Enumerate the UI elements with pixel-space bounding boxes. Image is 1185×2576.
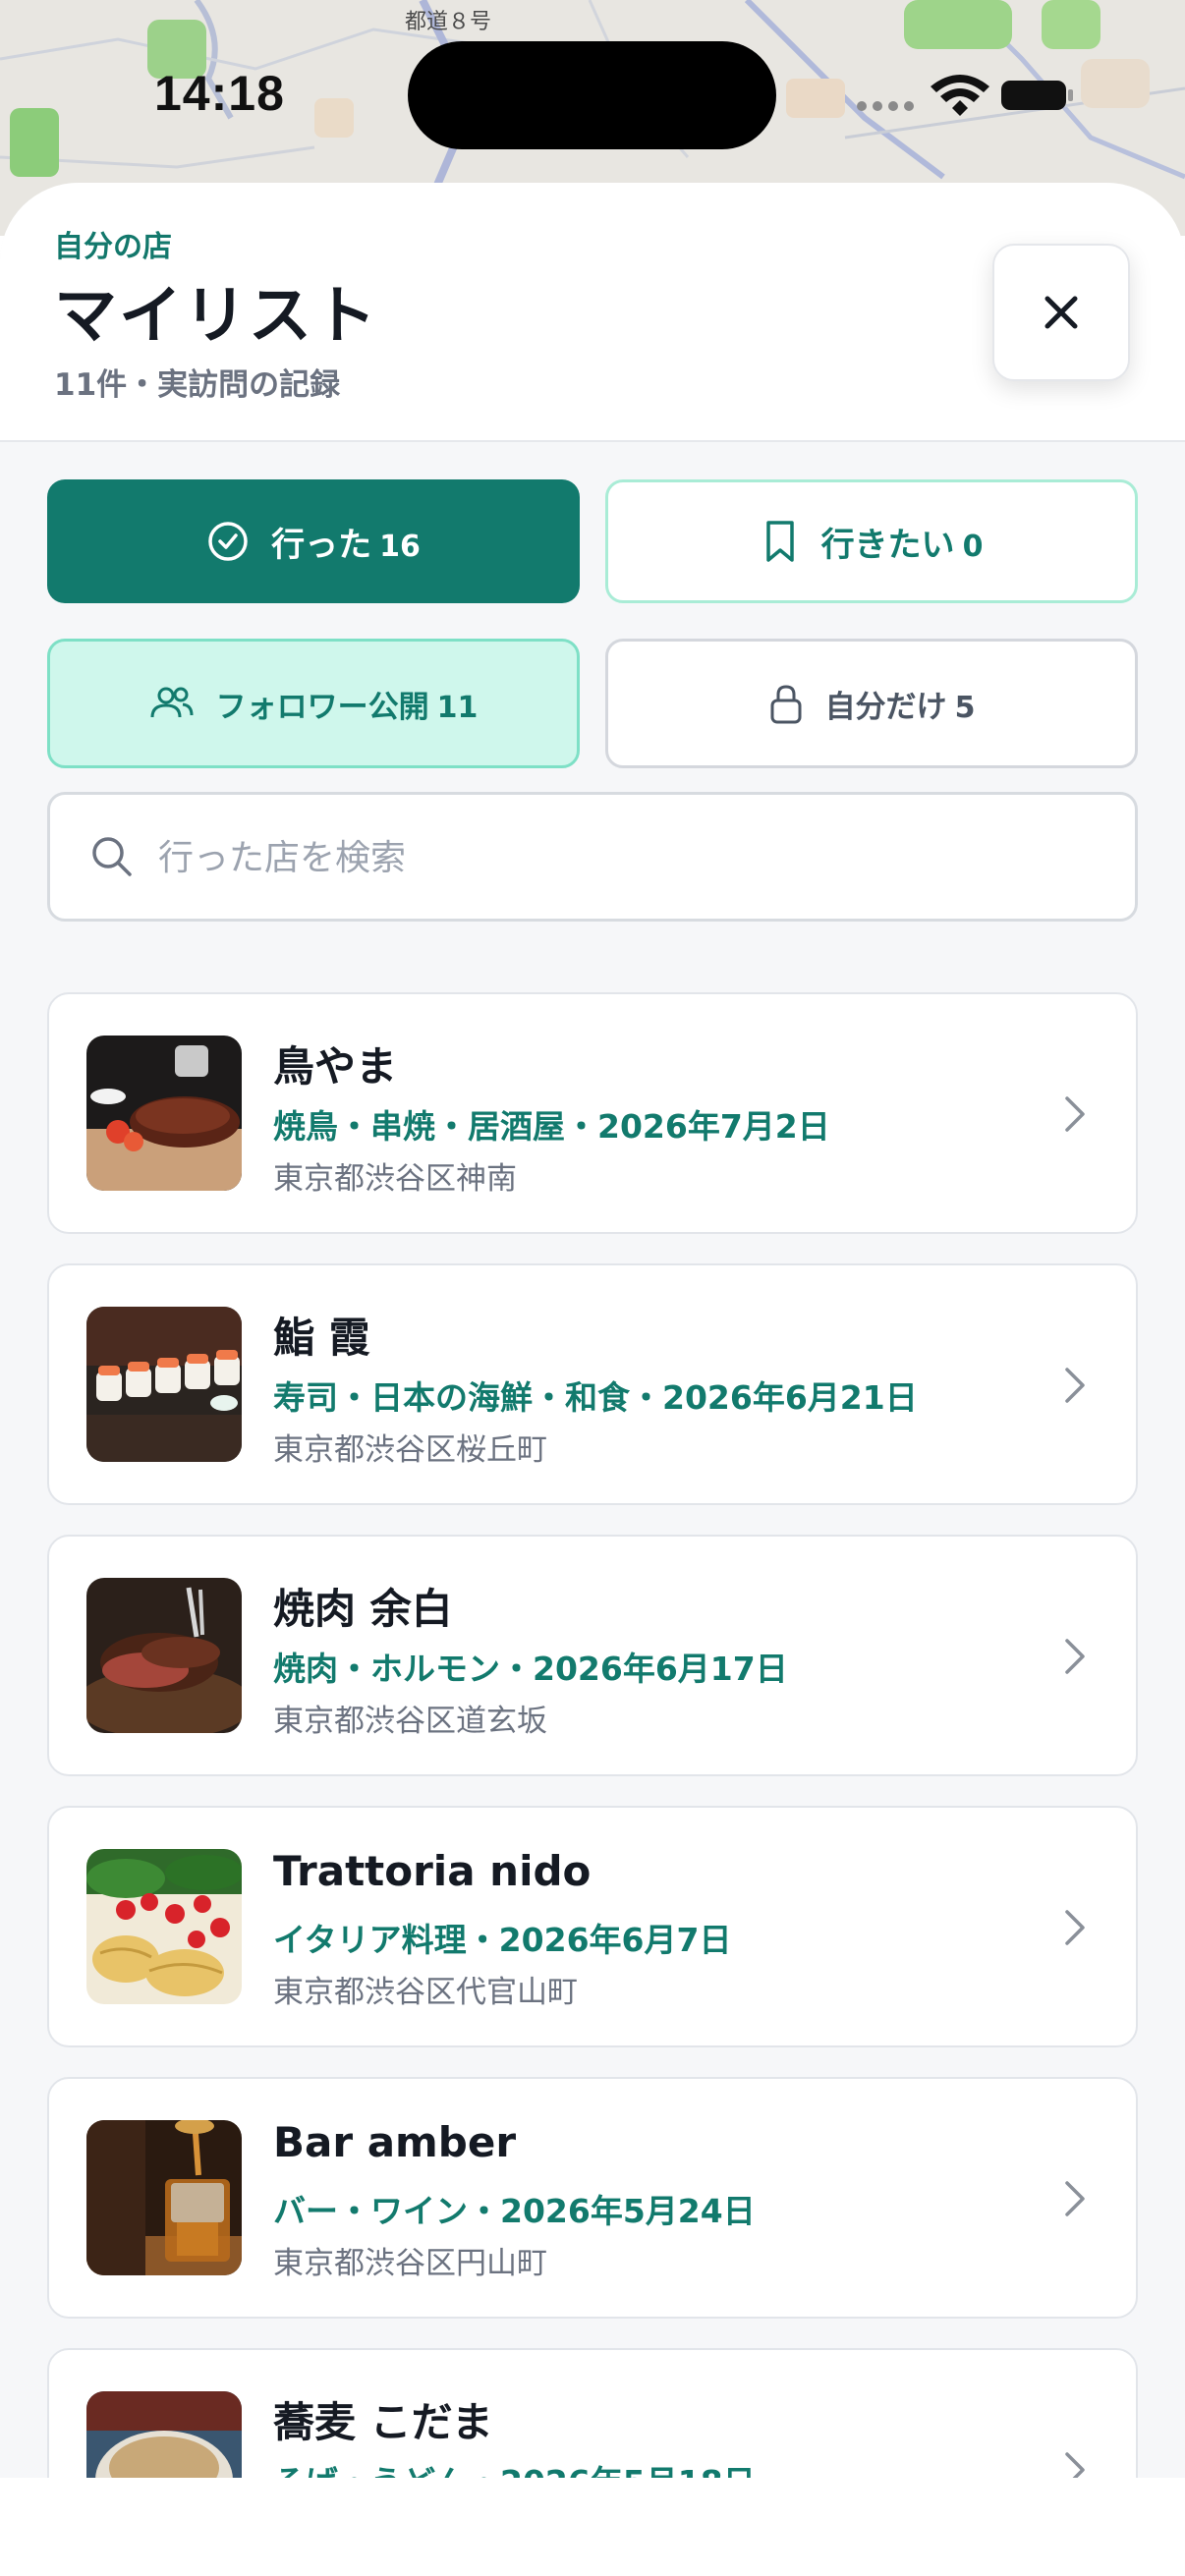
lock-icon [770,685,802,724]
filter-public-label: フォロワー公開 [215,689,429,725]
tab-want-label: 行きたい [820,525,955,565]
filter-followers-public[interactable]: フォロワー公開 11 [47,639,580,768]
status-icons [850,69,1076,118]
place-thumbnail [86,1307,242,1462]
place-thumbnail [86,2120,242,2275]
signal-dots-icon [857,101,914,111]
chevron-right-icon [1065,1368,1085,1403]
map-road-label: 都道８号 [405,10,492,34]
dynamic-island [408,41,776,149]
place-name: 鮨 霞 [273,1314,370,1362]
place-thumbnail [86,1849,242,2004]
filter-private[interactable]: 自分だけ 5 [605,639,1138,768]
list-item[interactable]: 焼肉 余白 焼肉・ホルモン・2026年6月17日 東京都渋谷区道玄坂 [47,1535,1138,1776]
tab-went[interactable]: 行った 16 [47,479,580,603]
list-item[interactable]: Bar amber バー・ワイン・2026年5月24日 東京都渋谷区円山町 [47,2077,1138,2319]
place-name: 焼肉 余白 [273,1585,453,1633]
sheet-header: 自分の店 マイリスト 11件・実訪問の記録 [0,183,1185,442]
chevron-right-icon [1065,1910,1085,1945]
users-icon [150,687,194,718]
place-name: 鳥やま [273,1042,398,1091]
list-item[interactable]: Trattoria nido イタリア料理・2026年6月7日 東京都渋谷区代官… [47,1806,1138,2047]
search-icon [92,837,132,876]
tab-want-count: 0 [962,529,984,564]
status-time: 14:18 [154,66,285,121]
close-icon [1044,296,1078,329]
place-address: 東京都渋谷区神南 [273,1161,517,1197]
place-meta: イタリア料理・2026年6月7日 [273,1921,732,1959]
filter-private-label: 自分だけ [824,689,947,725]
battery-icon [1001,81,1073,110]
record-count-subtitle: 11件・実訪問の記録 [54,367,341,403]
chevron-right-icon [1065,2181,1085,2216]
place-address: 東京都渋谷区道玄坂 [273,1704,547,1739]
bookmark-icon [765,521,794,562]
check-circle-icon [208,522,248,561]
page-title: マイリスト [54,280,378,353]
place-address: 東京都渋谷区円山町 [273,2246,547,2281]
close-button[interactable] [992,244,1130,381]
list-item[interactable]: 鳥やま 焼鳥・串焼・居酒屋・2026年7月2日 東京都渋谷区神南 [47,992,1138,1234]
place-address: 東京都渋谷区代官山町 [273,1975,578,2010]
place-address: 東京都渋谷区桜丘町 [273,1432,547,1468]
tab-went-label: 行った [271,525,372,565]
place-name: 蕎麦 こだま [273,2398,493,2446]
place-name: Trattoria nido [273,1847,592,1895]
sheet-eyebrow: 自分の店 [54,230,172,264]
chevron-right-icon [1065,1639,1085,1674]
search-box[interactable] [47,792,1138,922]
place-thumbnail [86,1578,242,1733]
screen: 都道８号 14:18 自分の店 マイリスト 11件・実訪問の記録 行った 16 … [0,0,1185,2576]
chevron-right-icon [1065,1096,1085,1132]
tab-went-count: 16 [379,529,421,564]
place-meta: 寿司・日本の海鮮・和食・2026年6月21日 [273,1378,918,1417]
wifi-icon [931,75,989,116]
place-thumbnail [86,1036,242,1191]
tab-want[interactable]: 行きたい 0 [605,479,1138,603]
bottom-safe-area [0,2478,1185,2576]
place-meta: 焼肉・ホルモン・2026年6月17日 [273,1650,788,1688]
list-item[interactable]: 鮨 霞 寿司・日本の海鮮・和食・2026年6月21日 東京都渋谷区桜丘町 [47,1263,1138,1505]
search-input[interactable] [158,820,1101,895]
my-list-sheet: 自分の店 マイリスト 11件・実訪問の記録 行った 16 行きたい 0 フォロワ… [0,183,1185,2576]
filter-public-count: 11 [436,690,479,725]
filter-private-count: 5 [954,690,976,725]
place-name: Bar amber [273,2118,517,2166]
place-meta: 焼鳥・串焼・居酒屋・2026年7月2日 [273,1107,830,1146]
place-meta: バー・ワイン・2026年5月24日 [273,2192,756,2230]
